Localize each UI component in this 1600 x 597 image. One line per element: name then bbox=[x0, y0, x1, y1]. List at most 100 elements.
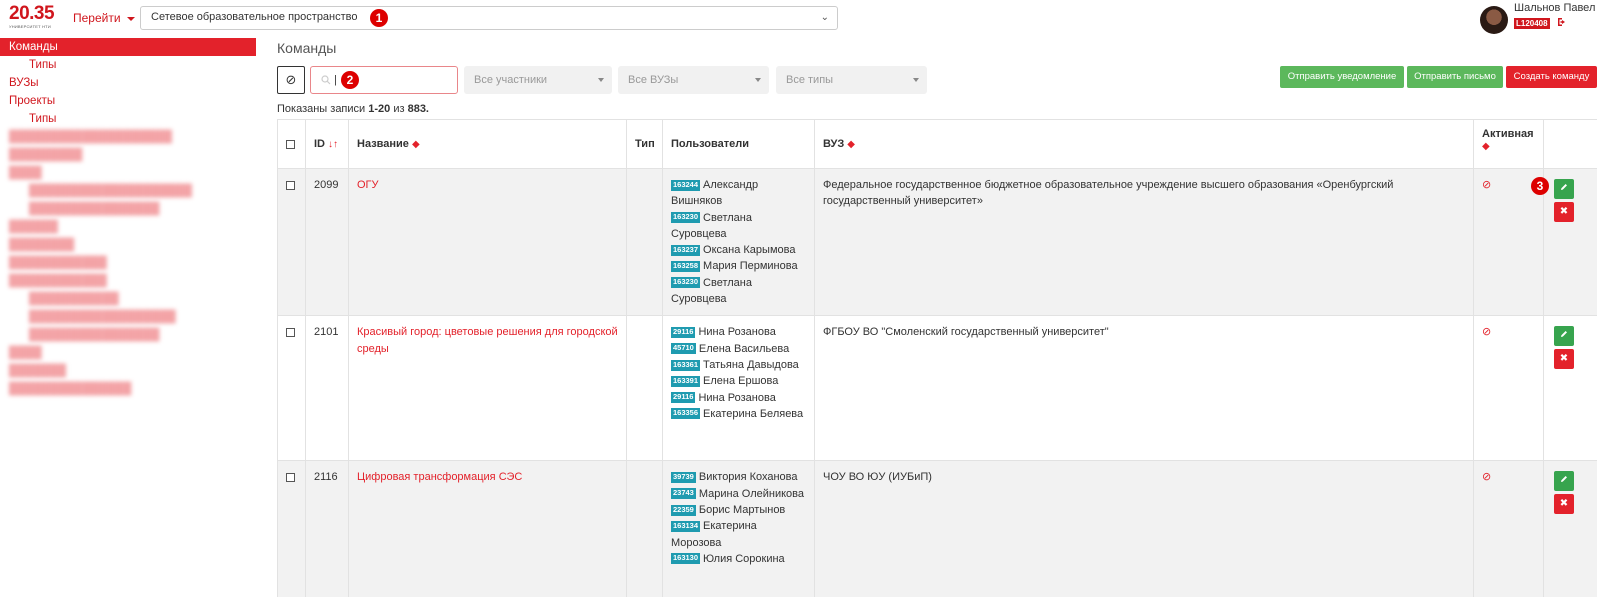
user-id-badge[interactable]: 163361 bbox=[671, 359, 701, 371]
inactive-icon: ⊘ bbox=[1482, 179, 1492, 191]
row-checkbox[interactable] bbox=[286, 180, 295, 190]
sidebar-item-redacted[interactable]: ████████████████ bbox=[0, 200, 256, 218]
user-id-badge: L120408 bbox=[1514, 18, 1550, 29]
sidebar-item-redacted[interactable]: ████████████████████ bbox=[0, 182, 256, 200]
delete-button[interactable]: ✖ bbox=[1554, 349, 1574, 370]
pencil-icon bbox=[1561, 331, 1567, 338]
sidebar-item-redacted[interactable]: ████ bbox=[0, 164, 256, 182]
user-entry: 163361 Татьяна Давыдова bbox=[671, 357, 806, 373]
sidebar-item-redacted[interactable]: ███████████████ bbox=[0, 380, 256, 398]
universities-filter[interactable]: Все ВУЗы bbox=[618, 66, 769, 94]
create-team-button[interactable]: Создать команду bbox=[1506, 66, 1597, 88]
user-id-badge[interactable]: 163356 bbox=[671, 408, 701, 420]
goto-menu[interactable]: Перейти bbox=[73, 11, 135, 25]
sidebar-item-redacted[interactable]: ██████████████████ bbox=[0, 308, 256, 326]
user-id-badge[interactable]: 163391 bbox=[671, 375, 701, 387]
team-university: Федеральное государственное бюджетное об… bbox=[814, 167, 1474, 317]
user-id-badge[interactable]: 29116 bbox=[671, 326, 696, 338]
edit-button[interactable] bbox=[1554, 179, 1574, 199]
space-select[interactable]: Сетевое образовательное пространство ⌄ bbox=[140, 6, 838, 30]
search-input[interactable]: | bbox=[310, 66, 458, 94]
sidebar-item-redacted[interactable]: ████████████ bbox=[0, 272, 256, 290]
team-name-link[interactable]: Красивый город: цветовые решения для гор… bbox=[357, 326, 618, 354]
sidebar-item-projects[interactable]: Проекты bbox=[0, 92, 256, 110]
delete-button[interactable]: ✖ bbox=[1554, 494, 1574, 515]
user-name: Юлия Сорокина bbox=[703, 552, 785, 565]
user-id-badge[interactable]: 163258 bbox=[671, 261, 701, 273]
user-id-badge[interactable]: 39739 bbox=[671, 471, 696, 483]
send-notification-button[interactable]: Отправить уведомление bbox=[1280, 66, 1404, 88]
types-filter-value: Все типы bbox=[786, 74, 834, 86]
team-university: ЧОУ ВО ЮУ (ИУБиП) bbox=[814, 460, 1474, 597]
team-actions: ✖ bbox=[1543, 460, 1597, 597]
sidebar-item-redacted[interactable]: ███████████ bbox=[0, 290, 256, 308]
sidebar-item-redacted[interactable]: ████████ bbox=[0, 236, 256, 254]
sidebar-item-teams[interactable]: Команды bbox=[0, 38, 256, 56]
send-letter-button[interactable]: Отправить письмо bbox=[1407, 66, 1503, 88]
sidebar-item-redacted[interactable]: ████ bbox=[0, 344, 256, 362]
col-name[interactable]: Название ◆ bbox=[348, 119, 627, 169]
sort-icon[interactable]: ◆ bbox=[847, 139, 855, 150]
table-header-row: ID ↓↑ Название ◆ Тип Пользователи ВУЗ ◆ Акт… bbox=[277, 119, 1597, 169]
user-name: Нина Розанова bbox=[698, 326, 776, 339]
team-name-link[interactable]: ОГУ bbox=[357, 179, 379, 191]
col-active[interactable]: Активная ◆ bbox=[1473, 119, 1544, 169]
user-id-badge[interactable]: 163134 bbox=[671, 520, 701, 532]
user-id-badge[interactable]: 163237 bbox=[671, 244, 701, 256]
user-id-badge[interactable]: 22359 bbox=[671, 504, 696, 516]
logo[interactable]: 20.35 УНИВЕРСИТЕТ НТИ bbox=[9, 4, 55, 34]
sidebar-item-redacted[interactable]: ███████ bbox=[0, 362, 256, 380]
user-id-badge[interactable]: 163230 bbox=[671, 212, 701, 224]
sidebar-item-universities[interactable]: ВУЗы bbox=[0, 74, 256, 92]
user-id-badge[interactable]: 163130 bbox=[671, 553, 701, 565]
user-id-badge[interactable]: 29116 bbox=[671, 392, 696, 404]
user-id-badge[interactable]: 163230 bbox=[671, 277, 701, 289]
participants-filter[interactable]: Все участники bbox=[464, 66, 612, 94]
sort-icon[interactable]: ◆ bbox=[412, 139, 420, 150]
sidebar: Команды Типы ВУЗы Проекты Типы █████████… bbox=[0, 38, 256, 398]
col-id[interactable]: ID ↓↑ bbox=[305, 119, 349, 169]
sort-icon[interactable]: ◆ bbox=[1482, 141, 1490, 152]
logout-icon[interactable] bbox=[1557, 17, 1567, 30]
sidebar-item-redacted[interactable]: ████████████ bbox=[0, 254, 256, 272]
types-filter[interactable]: Все типы bbox=[776, 66, 927, 94]
sidebar-item-redacted[interactable]: ████████████████████ bbox=[0, 128, 256, 146]
team-name-link[interactable]: Цифровая трансформация СЭС bbox=[357, 471, 522, 483]
user-id-badge[interactable]: 163244 bbox=[671, 179, 701, 191]
edit-button[interactable] bbox=[1554, 471, 1574, 492]
records-range: 1-20 bbox=[368, 103, 391, 115]
top-bar: 20.35 УНИВЕРСИТЕТ НТИ Перейти Сетевое об… bbox=[0, 0, 1600, 38]
col-university[interactable]: ВУЗ ◆ bbox=[814, 119, 1474, 169]
sidebar-item-team-types[interactable]: Типы bbox=[0, 56, 256, 74]
sidebar-item-redacted[interactable]: ████████████████ bbox=[0, 326, 256, 344]
avatar[interactable] bbox=[1480, 6, 1508, 34]
delete-button[interactable]: ✖ bbox=[1554, 202, 1574, 222]
caret-down-icon bbox=[913, 78, 919, 82]
user-name: Елена Васильева bbox=[698, 342, 790, 355]
sort-desc-icon[interactable]: ↓↑ bbox=[328, 139, 338, 150]
sidebar-item-project-types[interactable]: Типы bbox=[0, 110, 256, 128]
col-type: Тип bbox=[626, 119, 663, 169]
inactive-icon: ⊘ bbox=[1482, 471, 1492, 484]
team-name-cell: Красивый город: цветовые решения для гор… bbox=[348, 315, 627, 462]
user-entry: 29116 Нина Розанова bbox=[671, 390, 806, 406]
select-all-checkbox[interactable] bbox=[286, 139, 295, 149]
marker-1: 1 bbox=[370, 9, 388, 27]
page-title: Команды bbox=[277, 40, 337, 56]
sidebar-item-redacted[interactable]: █████████ bbox=[0, 146, 256, 164]
row-select-cell bbox=[277, 315, 306, 462]
user-entry: 22359 Борис Мартынов bbox=[671, 502, 806, 518]
row-checkbox[interactable] bbox=[286, 327, 295, 337]
table-row: 2101 Красивый город: цветовые решения для… bbox=[277, 315, 1597, 462]
sidebar-item-redacted[interactable]: ██████ bbox=[0, 218, 256, 236]
table-row: 2099 ОГУ 163244 Александр Вишняков 163230 Све… bbox=[277, 167, 1597, 317]
reset-filters-button[interactable]: ⊘ bbox=[277, 66, 305, 94]
user-id-badge[interactable]: 23743 bbox=[671, 488, 696, 500]
user-id-badge[interactable]: 45710 bbox=[671, 343, 696, 355]
row-checkbox[interactable] bbox=[286, 472, 295, 482]
user-entry: 163130 Юлия Сорокина bbox=[671, 551, 806, 567]
team-id: 2099 bbox=[305, 167, 349, 317]
participants-filter-value: Все участники bbox=[474, 74, 548, 86]
user-entry: 29116 Нина Розанова bbox=[671, 324, 806, 340]
edit-button[interactable] bbox=[1554, 326, 1574, 347]
